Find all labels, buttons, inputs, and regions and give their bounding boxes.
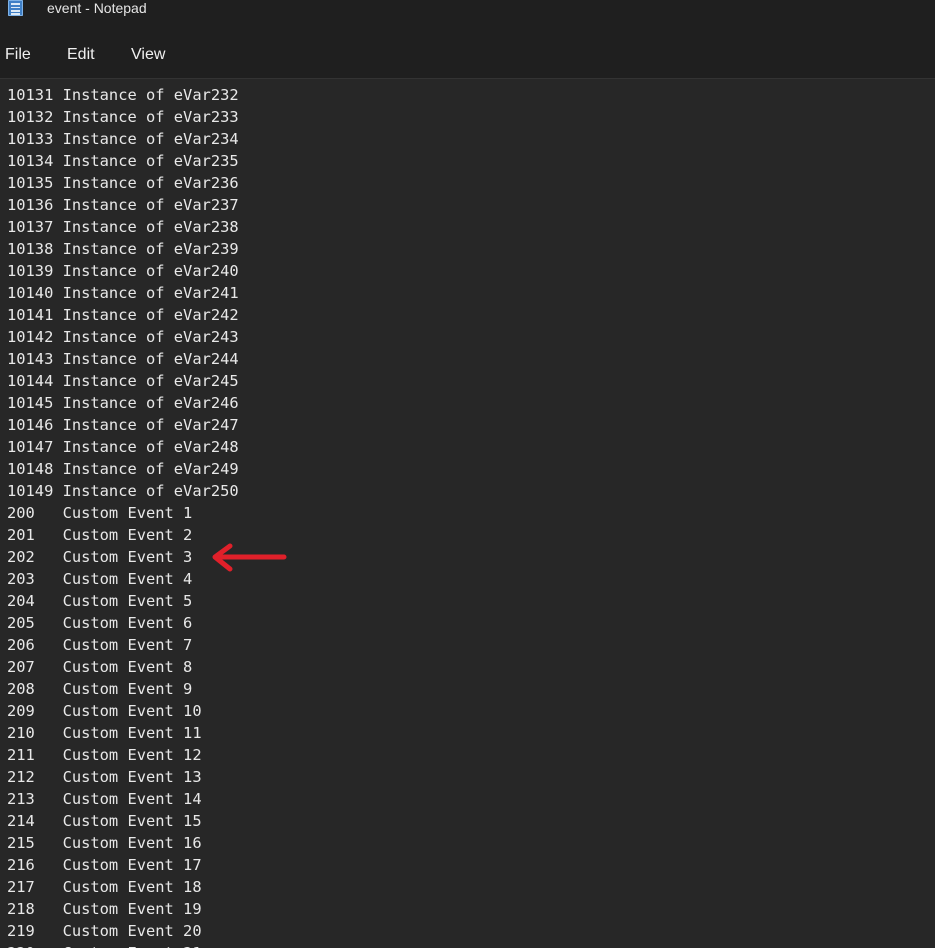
text-line: 216 Custom Event 17 bbox=[7, 856, 202, 874]
text-line: 10132 Instance of eVar233 bbox=[7, 108, 239, 126]
text-line: 202 Custom Event 3 bbox=[7, 548, 193, 566]
text-line: 218 Custom Event 19 bbox=[7, 900, 202, 918]
text-line: 10144 Instance of eVar245 bbox=[7, 372, 239, 390]
text-line: 208 Custom Event 9 bbox=[7, 680, 193, 698]
text-line: 201 Custom Event 2 bbox=[7, 526, 193, 544]
text-line: 204 Custom Event 5 bbox=[7, 592, 193, 610]
text-line: 10133 Instance of eVar234 bbox=[7, 130, 239, 148]
text-line: 10134 Instance of eVar235 bbox=[7, 152, 239, 170]
menu-bar: File Edit View bbox=[0, 34, 935, 79]
text-line: 10131 Instance of eVar232 bbox=[7, 86, 239, 104]
text-line: 10145 Instance of eVar246 bbox=[7, 394, 239, 412]
text-editor[interactable]: 10130 Instance of eVar23110131 Instance … bbox=[0, 79, 935, 948]
text-line: 207 Custom Event 8 bbox=[7, 658, 193, 676]
text-line: 10149 Instance of eVar250 bbox=[7, 482, 239, 500]
text-line: 10139 Instance of eVar240 bbox=[7, 262, 239, 280]
text-line: 211 Custom Event 12 bbox=[7, 746, 202, 764]
text-line: 210 Custom Event 11 bbox=[7, 724, 202, 742]
text-line: 10141 Instance of eVar242 bbox=[7, 306, 239, 324]
text-line: 10148 Instance of eVar249 bbox=[7, 460, 239, 478]
title-bar[interactable]: event - Notepad bbox=[0, 0, 935, 34]
text-line: 213 Custom Event 14 bbox=[7, 790, 202, 808]
notepad-window: event - Notepad File Edit View 10130 Ins… bbox=[0, 0, 935, 948]
left-arrow-icon bbox=[212, 543, 287, 572]
notepad-icon bbox=[8, 0, 23, 16]
text-content: 10130 Instance of eVar23110131 Instance … bbox=[7, 79, 239, 948]
text-line: 219 Custom Event 20 bbox=[7, 922, 202, 940]
text-line: 203 Custom Event 4 bbox=[7, 570, 193, 588]
text-line: 220 Custom Event 21 bbox=[7, 942, 239, 948]
window-title: event - Notepad bbox=[47, 0, 147, 16]
text-line: 10142 Instance of eVar243 bbox=[7, 328, 239, 346]
text-line: 212 Custom Event 13 bbox=[7, 768, 202, 786]
text-line: 10143 Instance of eVar244 bbox=[7, 350, 239, 368]
text-line: 10137 Instance of eVar238 bbox=[7, 218, 239, 236]
text-line: 10135 Instance of eVar236 bbox=[7, 174, 239, 192]
text-line: 205 Custom Event 6 bbox=[7, 614, 193, 632]
text-line: 217 Custom Event 18 bbox=[7, 878, 202, 896]
text-line: 209 Custom Event 10 bbox=[7, 702, 202, 720]
text-line: 10138 Instance of eVar239 bbox=[7, 240, 239, 258]
text-line: 200 Custom Event 1 bbox=[7, 504, 193, 522]
text-line: 206 Custom Event 7 bbox=[7, 636, 193, 654]
text-line: 10140 Instance of eVar241 bbox=[7, 284, 239, 302]
text-line: 215 Custom Event 16 bbox=[7, 834, 202, 852]
text-line: 10146 Instance of eVar247 bbox=[7, 416, 239, 434]
text-line: 10136 Instance of eVar237 bbox=[7, 196, 239, 214]
text-line: 214 Custom Event 15 bbox=[7, 812, 202, 830]
menu-view[interactable]: View bbox=[131, 45, 165, 65]
menu-file[interactable]: File bbox=[5, 45, 31, 65]
text-line: 10147 Instance of eVar248 bbox=[7, 438, 239, 456]
menu-edit[interactable]: Edit bbox=[67, 45, 95, 65]
